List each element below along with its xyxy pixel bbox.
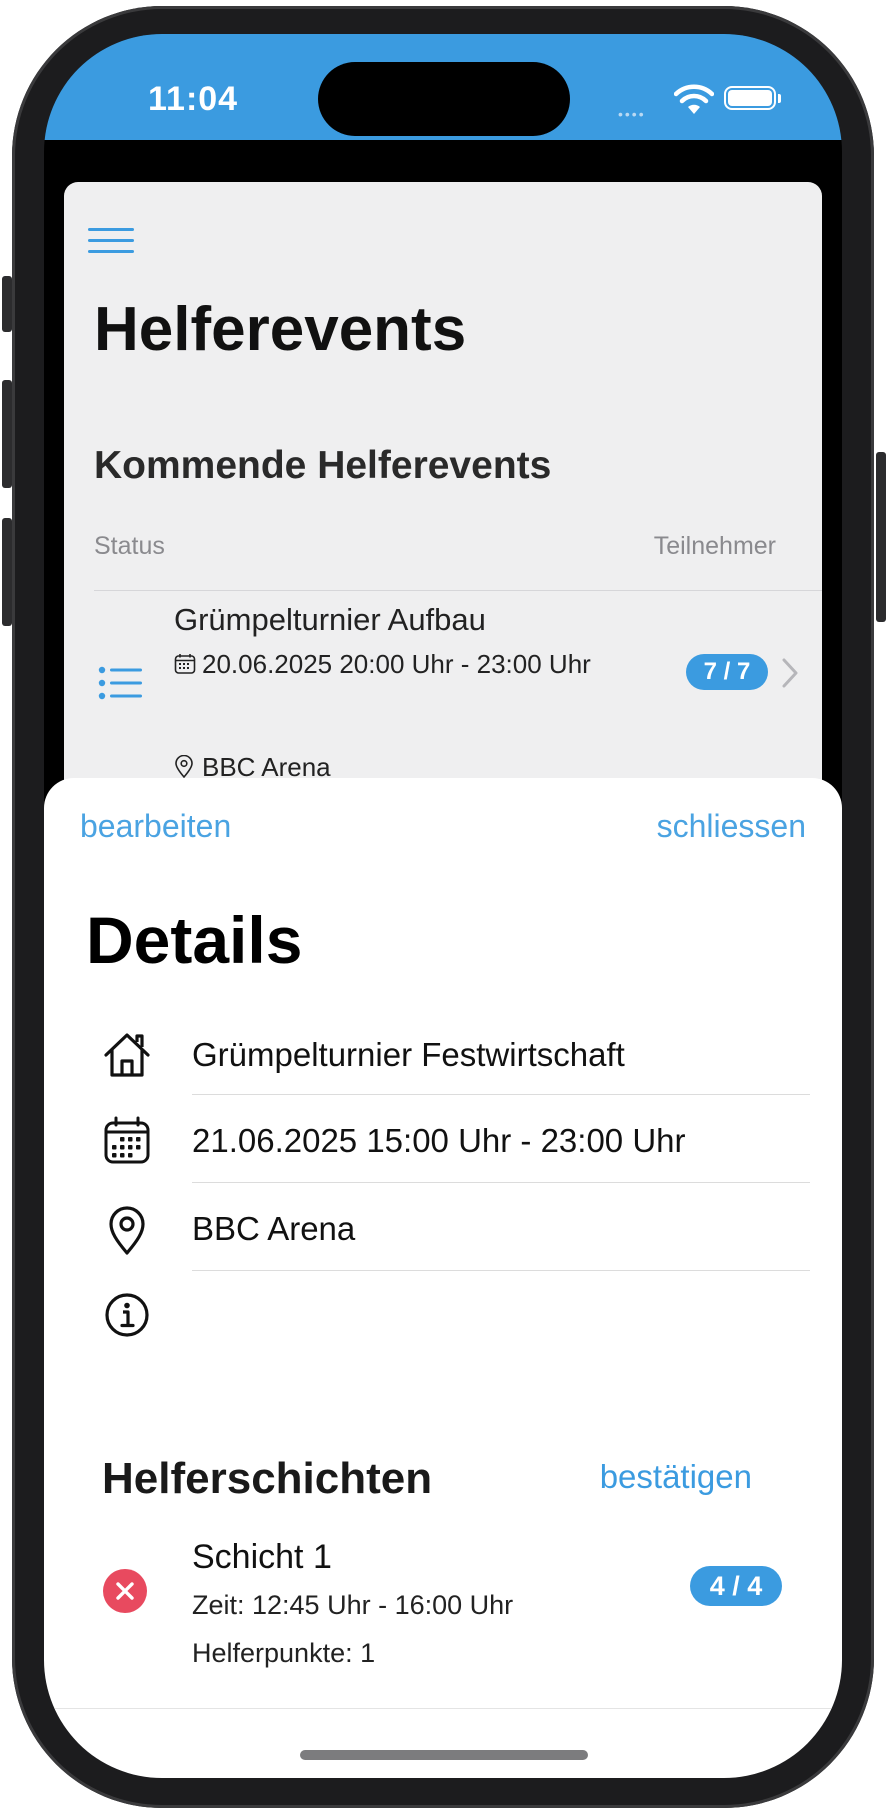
event-name: Grümpelturnier Festwirtschaft xyxy=(192,1036,625,1073)
close-circle-icon xyxy=(103,1569,147,1613)
edit-button[interactable]: bearbeiten xyxy=(80,808,231,845)
cellular-signal-icon: •••• xyxy=(618,106,646,122)
event-title: Grümpelturnier Aufbau xyxy=(174,602,486,637)
shift-time: Zeit: 12:45 Uhr - 16:00 Uhr xyxy=(192,1590,514,1620)
shifts-title: Helferschichten xyxy=(102,1454,433,1503)
divider xyxy=(94,590,822,591)
event-date-row: 20.06.2025 20:00 Uhr - 23:00 Uhr xyxy=(174,646,604,682)
calendar-icon xyxy=(104,1116,150,1164)
power-button xyxy=(876,452,886,622)
divider xyxy=(192,1182,810,1183)
confirm-button[interactable]: bestätigen xyxy=(600,1458,752,1496)
event-datetime: 20.06.2025 20:00 Uhr - 23:00 Uhr xyxy=(202,649,591,679)
dynamic-island xyxy=(318,62,570,136)
battery-icon xyxy=(724,86,776,110)
calendar-icon xyxy=(174,654,196,674)
hamburger-menu-icon[interactable] xyxy=(88,226,136,256)
divider xyxy=(192,1094,810,1095)
event-datetime: 21.06.2025 15:00 Uhr - 23:00 Uhr xyxy=(192,1122,686,1159)
event-location: BBC Arena xyxy=(192,1210,356,1247)
wifi-icon xyxy=(674,84,714,114)
participants-badge: 7 / 7 xyxy=(686,654,768,690)
sheet-title: Details xyxy=(86,903,303,977)
battery-cap xyxy=(778,94,781,103)
shift-count-badge: 4 / 4 xyxy=(690,1566,782,1606)
chevron-right-icon xyxy=(782,658,798,688)
section-title: Kommende Helferevents xyxy=(94,444,552,487)
volume-down-button xyxy=(2,518,12,626)
status-bar: 11:04 •••• xyxy=(44,34,842,140)
column-header-status: Status xyxy=(94,532,165,560)
events-list-card: Helferevents Kommende Helferevents Statu… xyxy=(64,182,822,832)
volume-up-button xyxy=(2,380,12,488)
list-icon xyxy=(98,666,142,700)
page-title: Helferevents xyxy=(94,295,467,364)
location-pin-icon xyxy=(175,755,193,779)
screen: 11:04 •••• Helferevents Kommende Helfere… xyxy=(44,34,842,1778)
home-indicator[interactable] xyxy=(300,1750,588,1760)
house-icon xyxy=(104,1033,150,1077)
info-icon xyxy=(105,1293,149,1337)
divider xyxy=(192,1270,810,1271)
status-time: 11:04 xyxy=(148,80,239,118)
column-header-participants: Teilnehmer xyxy=(653,532,776,560)
location-pin-icon xyxy=(109,1206,145,1255)
silent-switch xyxy=(2,276,12,332)
shift-title: Schicht 1 xyxy=(192,1538,332,1576)
divider xyxy=(44,1708,842,1709)
close-button[interactable]: schliessen xyxy=(657,808,806,845)
details-sheet: bearbeiten schliessen Details Grümpeltur… xyxy=(44,778,842,1778)
shift-points: Helferpunkte: 1 xyxy=(192,1638,376,1668)
